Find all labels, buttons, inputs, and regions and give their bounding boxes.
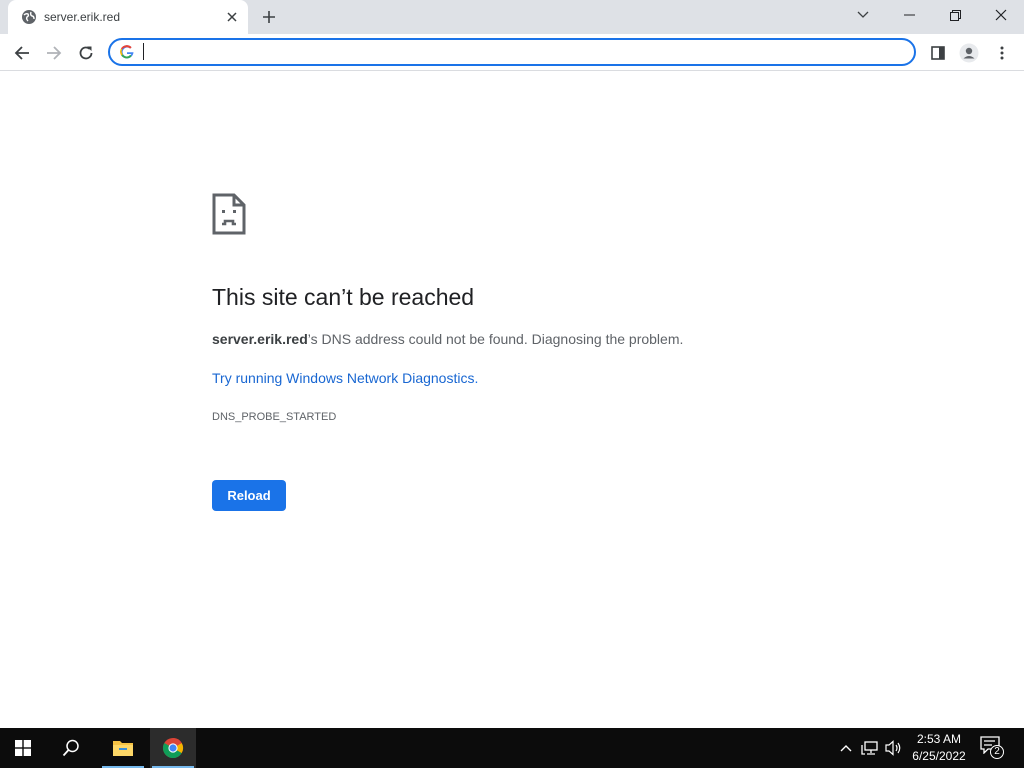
globe-icon: [21, 9, 37, 25]
new-tab-button[interactable]: [258, 6, 280, 28]
error-title: This site can’t be reached: [212, 284, 475, 310]
file-explorer-icon[interactable]: [100, 728, 146, 768]
profile-avatar-icon[interactable]: [955, 39, 983, 67]
chevron-up-icon[interactable]: [836, 738, 856, 758]
error-host: server.erik.red: [212, 331, 308, 347]
text-caret: [143, 43, 144, 60]
clock-date: 6/25/2022: [912, 749, 966, 763]
browser-toolbar: [0, 34, 1024, 71]
error-code: DNS_PROBE_STARTED: [212, 411, 337, 423]
link-suffix: .: [474, 370, 479, 386]
forward-button[interactable]: [40, 39, 68, 67]
google-g-icon: [119, 44, 135, 60]
action-center-icon[interactable]: 2: [980, 736, 1006, 760]
system-clock[interactable]: 2:53 AM 6/25/2022: [906, 731, 972, 765]
error-description: server.erik.red’s DNS address could not …: [212, 331, 683, 347]
reload-icon[interactable]: [72, 39, 100, 67]
volume-icon[interactable]: [884, 738, 904, 758]
search-icon[interactable]: [48, 728, 94, 768]
back-button[interactable]: [8, 39, 36, 67]
sad-page-icon: [212, 193, 246, 235]
reload-button[interactable]: Reload: [212, 480, 286, 511]
minimize-button[interactable]: [886, 0, 932, 30]
taskbar: 2:53 AM 6/25/2022 2: [0, 728, 1024, 768]
network-icon[interactable]: [860, 738, 880, 758]
error-message: ’s DNS address could not be found. Diagn…: [307, 331, 684, 347]
menu-kebab-icon[interactable]: [988, 39, 1016, 67]
windows-start-icon[interactable]: [0, 728, 46, 768]
network-diagnostics-link[interactable]: Try running Windows Network Diagnostics: [212, 370, 474, 386]
diagnostics-suggestion: Try running Windows Network Diagnostics.: [212, 370, 478, 386]
chrome-icon[interactable]: [150, 728, 196, 768]
side-panel-icon[interactable]: [924, 39, 952, 67]
close-window-button[interactable]: [978, 0, 1024, 30]
address-bar[interactable]: [108, 38, 916, 66]
close-tab-icon[interactable]: [223, 8, 241, 26]
address-input[interactable]: [142, 43, 902, 61]
notification-count-badge: 2: [990, 745, 1004, 759]
tab-search-chevron-down-icon[interactable]: [840, 0, 886, 30]
tab-server-erik-red[interactable]: server.erik.red: [8, 0, 248, 34]
tab-strip: server.erik.red: [0, 0, 1024, 34]
clock-time: 2:53 AM: [916, 732, 962, 746]
restore-button[interactable]: [932, 0, 978, 30]
tab-title: server.erik.red: [44, 10, 121, 24]
